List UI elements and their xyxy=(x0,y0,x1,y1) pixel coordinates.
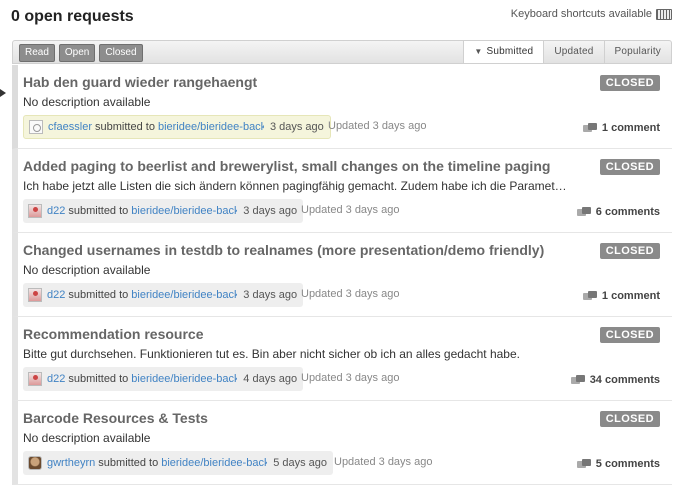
filter-bar: Read Open Closed ▼ Submitted Updated Popu… xyxy=(12,40,672,64)
submitted-to-text: submitted to xyxy=(95,121,155,133)
comments-count: 34 comments xyxy=(589,374,660,386)
keyboard-icon xyxy=(656,8,672,20)
author-link[interactable]: d22 xyxy=(47,289,65,301)
author-link[interactable]: d22 xyxy=(47,205,65,217)
pull-request-item[interactable]: Recommendation resource Bitte gut durchse… xyxy=(12,317,672,401)
comments-link[interactable]: 6 comments xyxy=(576,206,660,218)
submission-info: d22 submitted to bieridee/bieridee-back 3 d… xyxy=(23,283,304,307)
comments-count: 1 comment xyxy=(601,290,660,302)
submitted-to-text: submitted to xyxy=(98,457,159,469)
pull-request-title[interactable]: Recommendation resource xyxy=(23,326,204,342)
author-link[interactable]: cfaessler xyxy=(48,121,92,133)
submission-info: d22 submitted to bieridee/bieridee-back 3 d… xyxy=(23,199,304,223)
sort-desc-icon: ▼ xyxy=(474,47,483,56)
status-badge: CLOSED xyxy=(599,411,660,427)
submitted-time: 3 days ago xyxy=(269,121,324,133)
comment-icon xyxy=(570,374,585,386)
repo-link[interactable]: bieridee/bieridee-back xyxy=(131,373,237,385)
comments-link[interactable]: 1 comment xyxy=(582,290,660,302)
filter-open-button[interactable]: Open xyxy=(58,44,96,62)
pull-request-description: Bitte gut durchsehen. Funktionieren tut … xyxy=(23,347,520,361)
author-link[interactable]: gwrtheyrn xyxy=(47,457,95,469)
current-item-pointer-icon xyxy=(0,89,6,97)
comments-link[interactable]: 5 comments xyxy=(576,458,660,470)
sort-submitted-tab[interactable]: ▼ Submitted xyxy=(463,41,544,63)
repo-link[interactable]: bieridee/bieridee-back xyxy=(161,457,267,469)
status-badge: CLOSED xyxy=(599,243,660,259)
pull-request-description: No description available xyxy=(23,95,151,109)
submitted-to-text: submitted to xyxy=(68,373,129,385)
pull-request-title[interactable]: Barcode Resources & Tests xyxy=(23,410,208,426)
repo-link[interactable]: bieridee/bieridee-back xyxy=(131,289,237,301)
comment-icon xyxy=(582,290,597,302)
keyboard-shortcuts-hint[interactable]: Keyboard shortcuts available xyxy=(511,8,672,20)
comments-link[interactable]: 34 comments xyxy=(570,374,660,386)
comment-icon xyxy=(576,206,591,218)
sort-tabs: ▼ Submitted Updated Popularity xyxy=(463,41,671,63)
comment-icon xyxy=(582,122,597,134)
user-avatar-icon[interactable] xyxy=(28,204,42,218)
pull-request-description: No description available xyxy=(23,263,151,277)
submitted-time: 3 days ago xyxy=(243,205,298,217)
submitted-to-text: submitted to xyxy=(68,289,129,301)
pull-request-description: No description available xyxy=(23,431,151,445)
submitted-to-text: submitted to xyxy=(68,205,129,217)
comments-count: 6 comments xyxy=(595,206,660,218)
page-title: 0 open requests xyxy=(11,8,134,25)
pull-request-description: Ich habe jetzt alle Listen die sich ände… xyxy=(23,179,567,193)
submission-info: cfaessler submitted to bieridee/bieridee-b… xyxy=(23,115,331,139)
submitted-time: 5 days ago xyxy=(273,457,328,469)
status-badge: CLOSED xyxy=(599,75,660,91)
gravatar-icon[interactable] xyxy=(29,120,43,134)
keyboard-shortcuts-label: Keyboard shortcuts available xyxy=(510,8,652,20)
photo-avatar-icon[interactable] xyxy=(28,456,42,470)
submission-info: gwrtheyrn submitted to bieridee/bieridee-b… xyxy=(23,451,334,475)
repo-link[interactable]: bieridee/bieridee-back xyxy=(158,121,264,133)
author-link[interactable]: d22 xyxy=(47,373,65,385)
submission-info: d22 submitted to bieridee/bieridee-back 4 d… xyxy=(23,367,304,391)
updated-time: Updated 3 days ago xyxy=(301,288,400,300)
pull-request-item[interactable]: Barcode Resources & Tests No description … xyxy=(12,401,672,485)
sort-updated-tab[interactable]: Updated xyxy=(543,41,603,63)
sort-popularity-tab[interactable]: Popularity xyxy=(603,41,671,63)
comments-count: 1 comment xyxy=(601,122,660,134)
submitted-time: 3 days ago xyxy=(243,289,298,301)
sort-submitted-label: Submitted xyxy=(486,46,534,57)
user-avatar-icon[interactable] xyxy=(28,372,42,386)
filter-read-button[interactable]: Read xyxy=(19,44,55,62)
pull-request-item[interactable]: Changed usernames in testdb to realnames… xyxy=(12,233,672,317)
comment-icon xyxy=(576,458,591,470)
pull-request-list: Hab den guard wieder rangehaengt No descr… xyxy=(12,65,672,485)
updated-time: Updated 3 days ago xyxy=(328,120,427,132)
status-badge: CLOSED xyxy=(599,159,660,175)
updated-time: Updated 3 days ago xyxy=(301,372,400,384)
updated-time: Updated 3 days ago xyxy=(334,456,433,468)
filter-closed-button[interactable]: Closed xyxy=(99,44,143,62)
pull-request-title[interactable]: Changed usernames in testdb to realnames… xyxy=(23,242,544,258)
pull-request-title[interactable]: Hab den guard wieder rangehaengt xyxy=(23,74,257,90)
comments-count: 5 comments xyxy=(595,458,660,470)
pull-request-item[interactable]: Added paging to beerlist and brewerylist… xyxy=(12,149,672,233)
updated-time: Updated 3 days ago xyxy=(301,204,400,216)
pull-request-item[interactable]: Hab den guard wieder rangehaengt No descr… xyxy=(12,65,672,149)
comments-link[interactable]: 1 comment xyxy=(582,122,660,134)
status-badge: CLOSED xyxy=(599,327,660,343)
repo-link[interactable]: bieridee/bieridee-back xyxy=(131,205,237,217)
pull-request-title[interactable]: Added paging to beerlist and brewerylist… xyxy=(23,158,550,174)
user-avatar-icon[interactable] xyxy=(28,288,42,302)
submitted-time: 4 days ago xyxy=(243,373,298,385)
state-filters: Read Open Closed xyxy=(19,44,143,62)
